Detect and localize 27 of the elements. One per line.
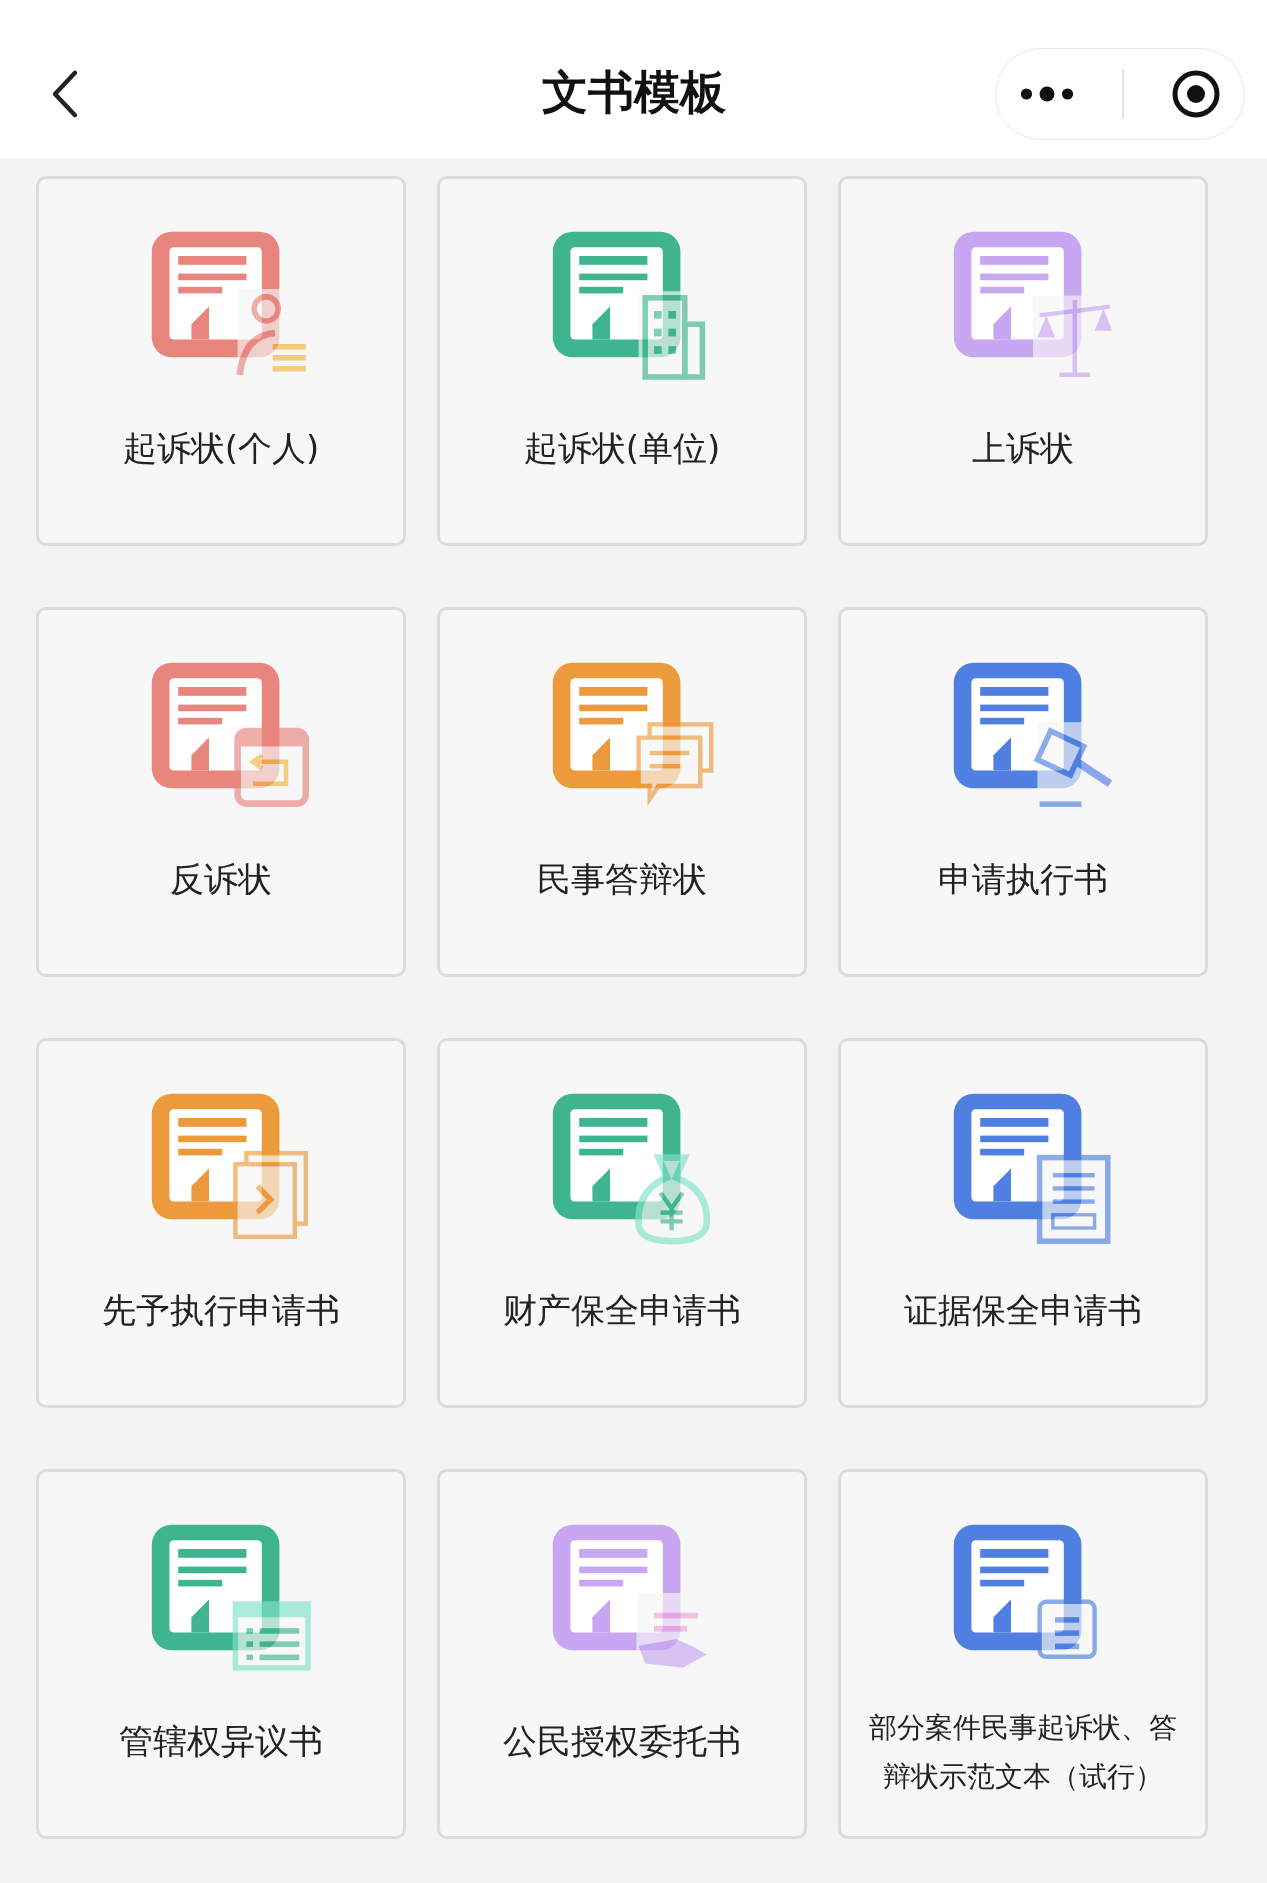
template-card[interactable]: 上诉状 xyxy=(838,176,1208,546)
template-card[interactable]: 财产保全申请书 xyxy=(437,1038,807,1408)
template-label: 申请执行书 xyxy=(938,859,1108,900)
template-card[interactable]: 民事答辩状 xyxy=(437,607,807,977)
template-card[interactable]: 申请执行书 xyxy=(838,607,1208,977)
template-label: 民事答辩状 xyxy=(537,859,707,900)
template-label: 先予执行申请书 xyxy=(102,1290,340,1331)
template-card[interactable]: 公民授权委托书 xyxy=(437,1469,807,1839)
template-card[interactable]: 管辖权异议书 xyxy=(36,1469,406,1839)
template-card[interactable]: 先予执行申请书 xyxy=(36,1038,406,1408)
template-label: 上诉状 xyxy=(972,428,1074,469)
template-label: 起诉状(个人) xyxy=(122,428,320,469)
template-card[interactable]: 反诉状 xyxy=(36,607,406,977)
template-label: 证据保全申请书 xyxy=(904,1290,1142,1331)
template-label: 部分案件民事起诉状、答辩状示范文本（试行） xyxy=(868,1710,1178,1795)
template-label: 起诉状(单位) xyxy=(523,428,721,469)
template-label: 管辖权异议书 xyxy=(119,1721,323,1762)
template-card[interactable]: 起诉状(个人) xyxy=(36,176,406,546)
template-label: 反诉状 xyxy=(170,859,272,900)
template-label: 财产保全申请书 xyxy=(503,1290,741,1331)
template-card[interactable]: 起诉状(单位) xyxy=(437,176,807,546)
page-title: 文书模板 xyxy=(541,64,726,121)
more-icon[interactable] xyxy=(1019,84,1076,104)
template-label: 公民授权委托书 xyxy=(503,1721,741,1762)
template-card[interactable]: 证据保全申请书 xyxy=(838,1038,1208,1408)
template-card[interactable]: 部分案件民事起诉状、答辩状示范文本（试行） xyxy=(838,1469,1208,1839)
back-icon[interactable] xyxy=(50,69,80,119)
